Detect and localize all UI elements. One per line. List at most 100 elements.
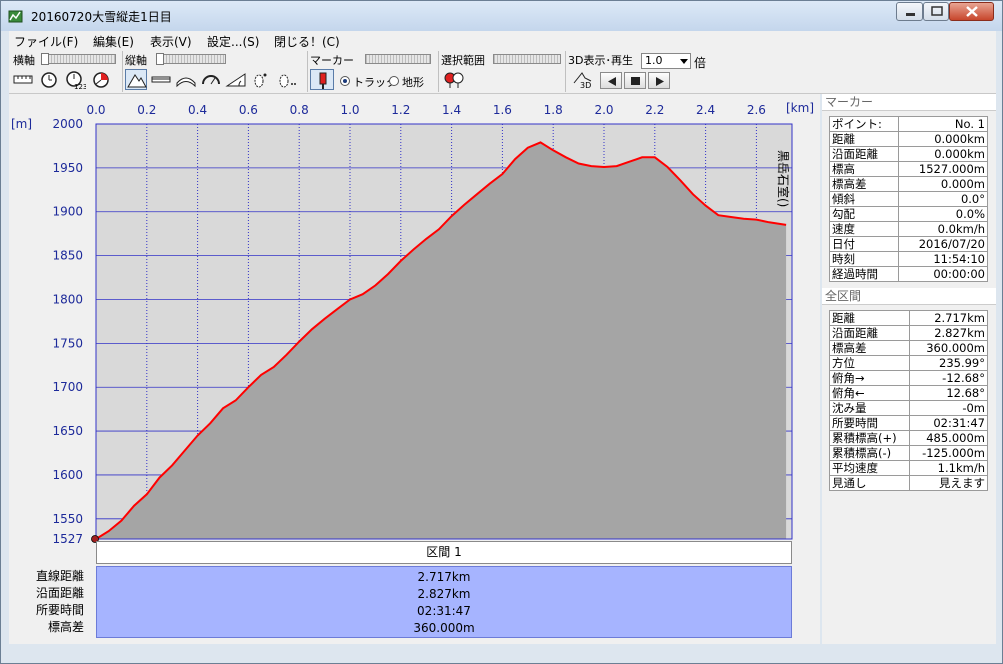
- clock-tool[interactable]: [38, 69, 60, 90]
- ruler-tool[interactable]: [12, 69, 34, 90]
- footprint-tool[interactable]: [250, 69, 272, 90]
- menu-settings[interactable]: 設定...(S): [207, 33, 259, 50]
- minimize-icon: [906, 13, 915, 16]
- marker-row: ポイント: No. 1: [829, 116, 989, 132]
- total-key: 方位: [829, 355, 910, 371]
- marker-group: マーカー トラック 地形: [307, 51, 439, 92]
- 3d-view-icon: 3D: [573, 72, 591, 90]
- range-slider[interactable]: [493, 54, 561, 64]
- x-tick-label: 1.6: [493, 103, 512, 117]
- red-clock-icon: [93, 72, 109, 88]
- chevron-down-icon: [680, 59, 688, 64]
- 3d-view-tool[interactable]: 3D: [571, 69, 595, 90]
- marker-slider[interactable]: [365, 54, 431, 64]
- total-row: 所要時間 02:31:47: [829, 415, 989, 431]
- v-axis-slider[interactable]: [156, 54, 226, 64]
- speed-value: 1.0: [645, 54, 663, 67]
- marker-panel-header: マーカー: [822, 94, 996, 111]
- marker-value: 0.0%: [897, 206, 989, 222]
- total-row: 平均速度 1.1km/h: [829, 460, 989, 476]
- maximize-icon: [931, 6, 943, 16]
- range-tool[interactable]: [442, 69, 466, 90]
- title-bar[interactable]: 20160720大雪縦走1日目: [1, 1, 1002, 31]
- footprint-dots-icon: [279, 74, 296, 88]
- x-tick-label: 2.4: [696, 103, 715, 117]
- menu-view[interactable]: 表示(V): [150, 33, 192, 50]
- play-back-icon: [608, 77, 616, 86]
- h-axis-slider-thumb[interactable]: [41, 53, 49, 65]
- section-values[interactable]: 2.717km 2.827km 02:31:47 360.000m: [96, 566, 792, 638]
- radio-track[interactable]: [340, 76, 350, 86]
- x-tick-labels: 0.0 0.2 0.4 0.6 0.8 1.0 1.2 1.4 1.6 1.8 2.0 2.2 2.4 2…: [86, 103, 765, 117]
- marker-row: 距離 0.000km: [829, 131, 989, 147]
- pie-clock-tool[interactable]: [90, 69, 112, 90]
- profile-tool[interactable]: [125, 69, 147, 90]
- total-row: 方位 235.99°: [829, 355, 989, 371]
- marker-label: マーカー: [310, 54, 354, 67]
- marker-row: 日付 2016/07/20: [829, 236, 989, 252]
- x-tick-label: 1.0: [340, 103, 359, 117]
- marker-value: 00:00:00: [897, 266, 989, 282]
- marker-value: 0.0km/h: [897, 221, 989, 237]
- arc-tool[interactable]: [175, 69, 197, 90]
- menu-close[interactable]: 閉じる！(C): [274, 33, 340, 50]
- v-axis-slider-thumb[interactable]: [156, 53, 164, 65]
- x-tick-label: 1.8: [544, 103, 563, 117]
- y-axis-label: [m]: [11, 117, 32, 131]
- row-label-elev: 標高差: [47, 620, 84, 634]
- total-row: 俯角→ -12.68°: [829, 370, 989, 386]
- y-tick-label: 1950: [52, 161, 83, 175]
- radio-terrain[interactable]: [389, 76, 399, 86]
- marker-row: 速度 0.0km/h: [829, 221, 989, 237]
- y-tick-label: 1650: [52, 424, 83, 438]
- flat-ruler-icon: [151, 76, 171, 83]
- menu-file[interactable]: ファイル(F): [14, 33, 78, 50]
- y-tick-label: 1600: [52, 468, 83, 482]
- marker-value: 0.000km: [897, 131, 989, 147]
- total-key: 見通し: [829, 475, 910, 491]
- x-tick-label: 1.4: [442, 103, 461, 117]
- play-button[interactable]: [648, 72, 670, 89]
- marker-value: No. 1: [897, 116, 989, 132]
- speed-select[interactable]: 1.0: [641, 53, 691, 69]
- section-row-labels: 直線距離 沿面距離 所要時間 標高差: [9, 568, 84, 636]
- minimize-button[interactable]: [896, 2, 923, 21]
- stop-button[interactable]: [624, 72, 646, 89]
- x-tick-label: 0.6: [239, 103, 258, 117]
- stopwatch-icon: [41, 72, 57, 88]
- gauge-tool[interactable]: [200, 69, 222, 90]
- h-axis-group: 横軸 123: [9, 51, 123, 92]
- marker-key: 日付: [829, 236, 899, 252]
- clock-123-tool[interactable]: 123: [64, 69, 86, 90]
- x-tick-label: 0.8: [290, 103, 309, 117]
- footprint-alt-tool[interactable]: [275, 69, 297, 90]
- marker-row: 標高 1527.000m: [829, 161, 989, 177]
- total-value: 12.68°: [908, 385, 989, 401]
- radio-terrain-label: 地形: [402, 76, 424, 89]
- row-label-straight: 直線距離: [35, 569, 84, 583]
- flat-tool[interactable]: [150, 69, 172, 90]
- marker-key: 標高差: [829, 176, 899, 192]
- menu-edit[interactable]: 編集(E): [93, 33, 134, 50]
- section-header-label: 区間 1: [426, 545, 462, 559]
- toolbar: 横軸 123 縦軸 マーカー トラック 地形 選択範囲 3D表示･再生 3D 1…: [9, 51, 996, 94]
- marker-pin-icon: [319, 72, 327, 89]
- h-axis-slider[interactable]: [41, 54, 116, 64]
- maximize-button[interactable]: [923, 2, 949, 21]
- y-tick-label: 1900: [52, 205, 83, 219]
- total-value: 235.99°: [908, 355, 989, 371]
- info-panel: マーカー ポイント: No. 1 距離 0.000km 沿面距離 0.000km 標高 152…: [822, 94, 996, 644]
- status-bar: [9, 645, 996, 657]
- x-axis-label: [km]: [786, 101, 814, 115]
- marker-pin-tool[interactable]: [310, 69, 334, 90]
- total-value: 2.717km: [908, 310, 989, 326]
- marker-value: 0.0°: [897, 191, 989, 207]
- section-header: 区間 1: [96, 541, 792, 564]
- total-key: 沿面距離: [829, 325, 910, 341]
- marker-key: 時刻: [829, 251, 899, 267]
- total-value: -125.000m: [908, 445, 989, 461]
- close-button[interactable]: [949, 2, 994, 21]
- rewind-button[interactable]: [600, 72, 622, 89]
- slope-tool[interactable]: [225, 69, 247, 90]
- marker-value: 0.000m: [897, 176, 989, 192]
